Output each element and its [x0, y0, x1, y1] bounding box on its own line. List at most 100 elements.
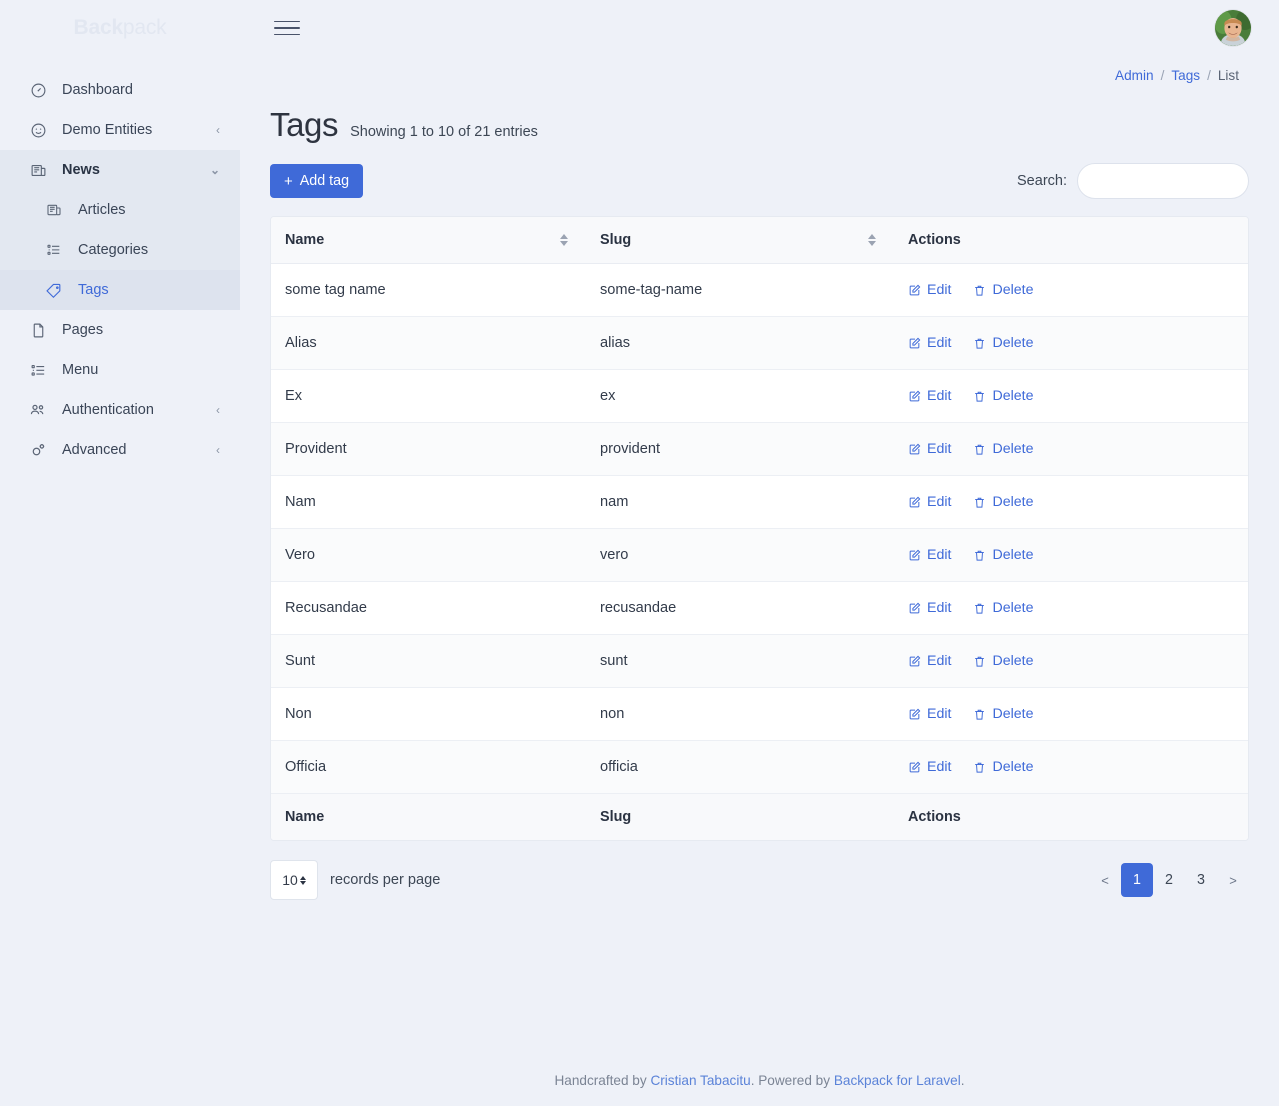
delete-link[interactable]: Delete	[973, 547, 1033, 563]
column-header-slug-label: Slug	[600, 232, 632, 248]
cell-actions: Edit Delete	[894, 528, 1248, 582]
list-icon	[28, 360, 48, 380]
edit-label: Edit	[927, 600, 952, 616]
sidebar-item-label: Demo Entities	[62, 122, 153, 138]
pagination-prev[interactable]: <	[1089, 863, 1121, 897]
edit-link[interactable]: Edit	[908, 441, 951, 457]
cell-slug: non	[586, 687, 894, 741]
sidebar-item-advanced[interactable]: Advanced ‹	[0, 430, 240, 470]
edit-link[interactable]: Edit	[908, 547, 951, 563]
trash-icon	[973, 284, 986, 297]
sidebar-item-authentication[interactable]: Authentication ‹	[0, 390, 240, 430]
cell-name: Alias	[271, 316, 586, 370]
sidebar-nav: Dashboard Demo Entities ‹ News ⌄ Article…	[0, 70, 240, 470]
edit-icon	[908, 602, 921, 615]
pagination-page[interactable]: 2	[1153, 863, 1185, 897]
delete-link[interactable]: Delete	[973, 335, 1033, 351]
cell-name: Non	[271, 687, 586, 741]
delete-link[interactable]: Delete	[973, 441, 1033, 457]
edit-label: Edit	[927, 388, 952, 404]
delete-link[interactable]: Delete	[973, 282, 1033, 298]
sidebar-item-label: Articles	[78, 202, 126, 218]
edit-link[interactable]: Edit	[908, 706, 951, 722]
content: Tags Showing 1 to 10 of 21 entries + Add…	[240, 86, 1279, 902]
edit-link[interactable]: Edit	[908, 388, 951, 404]
edit-link[interactable]: Edit	[908, 494, 951, 510]
edit-link[interactable]: Edit	[908, 759, 951, 775]
table-footer-bar: 10 records per page < 1 2 3 >	[270, 858, 1249, 902]
trash-icon	[973, 761, 986, 774]
speedometer-icon	[28, 80, 48, 100]
sidebar-item-label: News	[62, 162, 100, 178]
delete-link[interactable]: Delete	[973, 600, 1033, 616]
trash-icon	[973, 443, 986, 456]
sidebar-item-menu[interactable]: Menu	[0, 350, 240, 390]
edit-link[interactable]: Edit	[908, 600, 951, 616]
column-header-name[interactable]: Name	[271, 217, 586, 264]
brand-logo[interactable]: Back pack	[0, 0, 240, 56]
trash-icon	[973, 337, 986, 350]
app-root: Back pack Dashboard Demo Entities ‹ News…	[0, 0, 1279, 1106]
records-per-page-select[interactable]: 10	[270, 860, 318, 900]
delete-link[interactable]: Delete	[973, 494, 1033, 510]
delete-link[interactable]: Delete	[973, 759, 1033, 775]
breadcrumb: Admin / Tags / List	[240, 56, 1279, 86]
edit-link[interactable]: Edit	[908, 335, 951, 351]
sidebar-item-label: Pages	[62, 322, 104, 338]
footer-suffix: .	[960, 1073, 965, 1088]
sort-toggle-icon[interactable]	[868, 234, 880, 246]
delete-link[interactable]: Delete	[973, 653, 1033, 669]
delete-link[interactable]: Delete	[973, 388, 1033, 404]
breadcrumb-admin[interactable]: Admin	[1115, 68, 1154, 83]
plus-icon: +	[284, 172, 293, 190]
add-tag-label: Add tag	[299, 173, 350, 189]
pagination-page[interactable]: 1	[1121, 863, 1153, 897]
sidebar-item-tags[interactable]: Tags	[0, 270, 240, 310]
trash-icon	[973, 708, 986, 721]
sidebar-item-label: Dashboard	[62, 82, 133, 98]
cell-actions: Edit Delete	[894, 263, 1248, 317]
sort-toggle-icon[interactable]	[560, 234, 572, 246]
breadcrumb-tags[interactable]: Tags	[1171, 68, 1200, 83]
edit-icon	[908, 655, 921, 668]
smiley-icon	[28, 120, 48, 140]
sidebar-item-articles[interactable]: Articles	[0, 190, 240, 230]
edit-icon	[908, 761, 921, 774]
page-title: Tags	[270, 106, 339, 143]
per-page-group: 10 records per page	[270, 860, 440, 900]
records-per-page-label: records per page	[330, 872, 441, 888]
column-header-actions-label: Actions	[908, 232, 961, 248]
sidebar: Back pack Dashboard Demo Entities ‹ News…	[0, 0, 240, 1106]
sidebar-item-news[interactable]: News ⌄	[0, 150, 240, 190]
sidebar-item-categories[interactable]: Categories	[0, 230, 240, 270]
add-tag-button[interactable]: + Add tag	[270, 164, 364, 198]
pagination-next[interactable]: >	[1217, 863, 1249, 897]
cell-slug: nam	[586, 475, 894, 529]
search-input[interactable]	[1077, 163, 1249, 199]
table-body: some tag name some-tag-name Edit Delete Alia…	[271, 263, 1248, 794]
sidebar-item-pages[interactable]: Pages	[0, 310, 240, 350]
delete-link[interactable]: Delete	[973, 706, 1033, 722]
newspaper-icon	[44, 200, 64, 220]
pagination-page[interactable]: 3	[1185, 863, 1217, 897]
sidebar-item-demo-entities[interactable]: Demo Entities ‹	[0, 110, 240, 150]
sidebar-news-submenu: Articles Categories Tags	[0, 190, 240, 310]
hamburger-menu-icon[interactable]	[274, 15, 300, 41]
table-foot: Name Slug Actions	[271, 793, 1248, 840]
footer-author-link[interactable]: Cristian Tabacitu	[650, 1073, 750, 1088]
column-header-slug[interactable]: Slug	[586, 217, 894, 264]
edit-link[interactable]: Edit	[908, 653, 951, 669]
sidebar-item-label: Menu	[62, 362, 99, 378]
tags-table: Name Slug Actions some tag name some-tag…	[271, 217, 1248, 840]
edit-icon	[908, 496, 921, 509]
trash-icon	[973, 549, 986, 562]
footer-middle: . Powered by	[750, 1073, 834, 1088]
cell-slug: ex	[586, 369, 894, 423]
edit-icon	[908, 549, 921, 562]
table-footer-row: Name Slug Actions	[271, 793, 1248, 840]
edit-link[interactable]: Edit	[908, 282, 951, 298]
sidebar-item-dashboard[interactable]: Dashboard	[0, 70, 240, 110]
edit-icon	[908, 390, 921, 403]
footer-product-link[interactable]: Backpack for Laravel	[834, 1073, 961, 1088]
avatar[interactable]	[1215, 10, 1251, 46]
